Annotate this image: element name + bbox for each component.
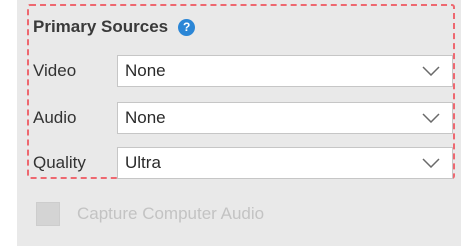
video-row: Video None <box>33 55 453 87</box>
quality-select-value: Ultra <box>125 153 161 172</box>
help-icon[interactable]: ? <box>178 18 196 36</box>
section-title-text: Primary Sources <box>33 17 169 36</box>
video-select-value: None <box>125 61 166 80</box>
video-label: Video <box>33 61 77 80</box>
audio-select[interactable]: None <box>117 102 453 134</box>
section-title: Primary Sources ? <box>33 17 196 37</box>
quality-select[interactable]: Ultra <box>117 147 453 179</box>
chevron-down-icon <box>422 66 440 76</box>
capture-audio-label: Capture Computer Audio <box>77 204 265 223</box>
capture-audio-checkbox[interactable] <box>36 202 60 226</box>
video-select[interactable]: None <box>117 55 453 87</box>
audio-label: Audio <box>33 108 77 127</box>
capture-audio-row: Capture Computer Audio <box>36 202 264 226</box>
quality-row: Quality Ultra <box>33 147 453 179</box>
quality-label: Quality <box>33 153 86 172</box>
primary-sources-panel: Primary Sources ? Video None Audio None … <box>17 0 461 246</box>
audio-row: Audio None <box>33 102 453 134</box>
audio-select-value: None <box>125 108 166 127</box>
chevron-down-icon <box>422 158 440 168</box>
chevron-down-icon <box>422 113 440 123</box>
